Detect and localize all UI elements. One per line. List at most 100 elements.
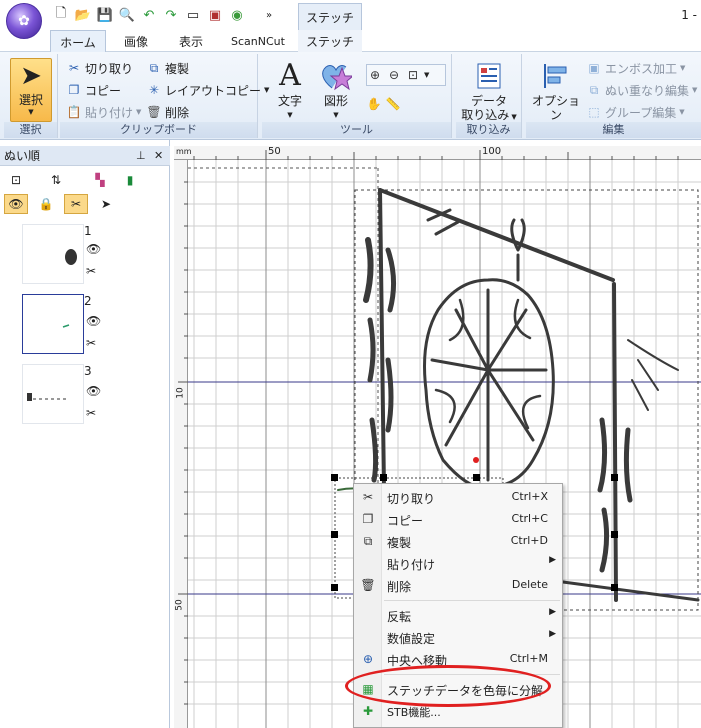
- stitch-thumbnail: [65, 249, 77, 265]
- tab-home[interactable]: ホーム: [50, 30, 106, 53]
- color-group-icon[interactable]: ▚: [88, 170, 112, 190]
- hand-icon[interactable]: ✋: [366, 96, 382, 112]
- visible-eye-icon[interactable]: 👁: [86, 314, 101, 328]
- menu-item-flip[interactable]: 反転 ▶: [354, 604, 562, 626]
- select-label: 選択: [18, 93, 43, 107]
- pointer-icon[interactable]: ➤: [94, 194, 118, 214]
- open-folder-icon[interactable]: 📂: [74, 6, 92, 24]
- menu-item-numeric-settings[interactable]: 数値設定 ▶: [354, 626, 562, 648]
- submenu-arrow-icon: ▶: [549, 555, 556, 565]
- duplicate-button[interactable]: ⧉ 複製: [146, 58, 189, 78]
- paste-label: 貼り付け: [85, 105, 134, 120]
- delete-button[interactable]: 🗑 削除: [146, 102, 189, 122]
- new-file-icon[interactable]: 🗋: [52, 6, 70, 24]
- center-icon: ⊕: [362, 652, 374, 666]
- option-label-line1: オプション: [531, 94, 580, 122]
- copy-button[interactable]: ❐ コピー: [66, 80, 121, 100]
- scissors-icon[interactable]: ✂: [86, 264, 96, 278]
- tab-image[interactable]: 画像: [110, 30, 162, 52]
- shapes-icon: [319, 58, 353, 94]
- zoom-fit-icon[interactable]: ⊡: [405, 67, 421, 83]
- ruler-icon[interactable]: 📏: [385, 96, 401, 112]
- redo-icon[interactable]: ↷: [162, 6, 180, 24]
- visible-eye-icon[interactable]: 👁: [86, 384, 101, 398]
- ruler-tick-label: 100: [482, 146, 502, 157]
- tab-scanncut[interactable]: ScanNCut: [222, 30, 294, 52]
- menu-shortcut: Ctrl+X: [511, 490, 548, 503]
- ribbon-group-import: データ 取り込み ▼ 取り込み: [456, 54, 522, 138]
- text-button[interactable]: A 文字 ▼: [270, 58, 310, 122]
- ruler-vertical: 10 50: [174, 160, 188, 728]
- layout-copy-button[interactable]: ✳ レイアウトコピー ▼: [146, 80, 269, 100]
- stb-icon: ✚: [362, 704, 374, 718]
- cut-button[interactable]: ✂ 切り取り: [66, 58, 133, 78]
- tab-view[interactable]: 表示: [166, 30, 216, 52]
- app-menu-button[interactable]: ✿: [6, 3, 42, 39]
- realistic-preview-icon[interactable]: ▣: [206, 6, 224, 24]
- undo-icon[interactable]: ↶: [140, 6, 158, 24]
- copy-icon: ❐: [68, 83, 80, 97]
- scissors-icon[interactable]: ✂: [86, 336, 96, 350]
- align-icon: [539, 58, 573, 94]
- pin-icon[interactable]: ⊥: [136, 146, 146, 166]
- menu-separator: [384, 600, 560, 601]
- menu-label: 切り取り: [387, 492, 436, 506]
- cut-toggle-icon[interactable]: ✂: [64, 194, 88, 214]
- shape-button[interactable]: 図形 ▼: [314, 58, 358, 122]
- sort-icon[interactable]: ⇅: [44, 170, 68, 190]
- chevron-down-icon: ▼: [692, 86, 698, 94]
- tab-stitch[interactable]: ステッチ: [298, 30, 362, 52]
- preview-icon[interactable]: ◉: [228, 6, 246, 24]
- scissors-icon[interactable]: ✂: [86, 406, 96, 420]
- stitch-thumbnail: [62, 324, 70, 328]
- trash-icon: 🗑: [360, 578, 376, 592]
- import-data-icon: [472, 58, 506, 94]
- close-icon[interactable]: ✕: [154, 146, 163, 166]
- ruler-tick-label: 50: [174, 599, 185, 611]
- duplicate-icon: ⧉: [363, 533, 373, 548]
- menu-label: コピー: [387, 514, 424, 528]
- import-data-button[interactable]: データ 取り込み ▼: [460, 58, 518, 124]
- list-item[interactable]: [22, 294, 84, 354]
- app-logo-icon: ✿: [18, 13, 30, 29]
- select-button[interactable]: ➤ 選択 ▼: [10, 58, 52, 122]
- zoom-out-icon[interactable]: ⊖: [386, 67, 402, 83]
- paste-button[interactable]: 📋 貼り付け ▼: [66, 102, 142, 122]
- zoom-in-icon[interactable]: ⊕: [367, 67, 383, 83]
- chevron-down-icon: ▼: [333, 111, 339, 119]
- ruler-horizontal: mm 50 100: [174, 146, 701, 160]
- view-eye-icon[interactable]: 👁: [4, 194, 28, 214]
- menu-label: 削除: [387, 580, 412, 594]
- lock-icon[interactable]: 🔒: [34, 194, 58, 214]
- menu-item-delete[interactable]: 🗑 削除 Delete: [354, 574, 562, 596]
- overlap-edit-button[interactable]: ⧉ ぬい重なり編集 ▼: [586, 80, 698, 100]
- pan-tools: ✋ 📏: [366, 94, 404, 114]
- customize-toolbar-icon[interactable]: »: [260, 6, 278, 24]
- menu-label: 貼り付け: [387, 558, 436, 572]
- list-item[interactable]: [22, 364, 84, 424]
- emboss-label: エンボス加工: [605, 61, 678, 76]
- stitch-number: 3: [84, 364, 92, 378]
- fit-view-icon[interactable]: ⊡: [4, 170, 28, 190]
- stitch-number: 1: [84, 224, 92, 238]
- menu-label: 複製: [387, 536, 412, 550]
- menu-shortcut: Ctrl+M: [509, 652, 548, 665]
- thread-color-icon[interactable]: ▮: [118, 170, 142, 190]
- group-icon: ⬚: [588, 105, 600, 119]
- menu-item-cut[interactable]: ✂ 切り取り Ctrl+X: [354, 486, 562, 508]
- group-edit-button[interactable]: ⬚ グループ編集 ▼: [586, 102, 684, 122]
- menu-item-copy[interactable]: ❐ コピー Ctrl+C: [354, 508, 562, 530]
- context-tab-stitch[interactable]: ステッチ: [298, 3, 362, 30]
- zoom-icon[interactable]: 🔍: [118, 6, 136, 24]
- window-icon[interactable]: ▭: [184, 6, 202, 24]
- visible-eye-icon[interactable]: 👁: [86, 242, 101, 256]
- chevron-down-icon[interactable]: ▼: [424, 71, 429, 79]
- trash-icon: 🗑: [146, 105, 162, 119]
- emboss-button[interactable]: ▣ エンボス加工 ▼: [586, 58, 685, 78]
- menu-item-paste[interactable]: 貼り付け ▶: [354, 552, 562, 574]
- import-label-line1: データ: [470, 94, 507, 108]
- ruler-ticks: [193, 150, 679, 160]
- save-icon[interactable]: 💾: [96, 6, 114, 24]
- list-item[interactable]: [22, 224, 84, 284]
- menu-item-duplicate[interactable]: ⧉ 複製 Ctrl+D: [354, 530, 562, 552]
